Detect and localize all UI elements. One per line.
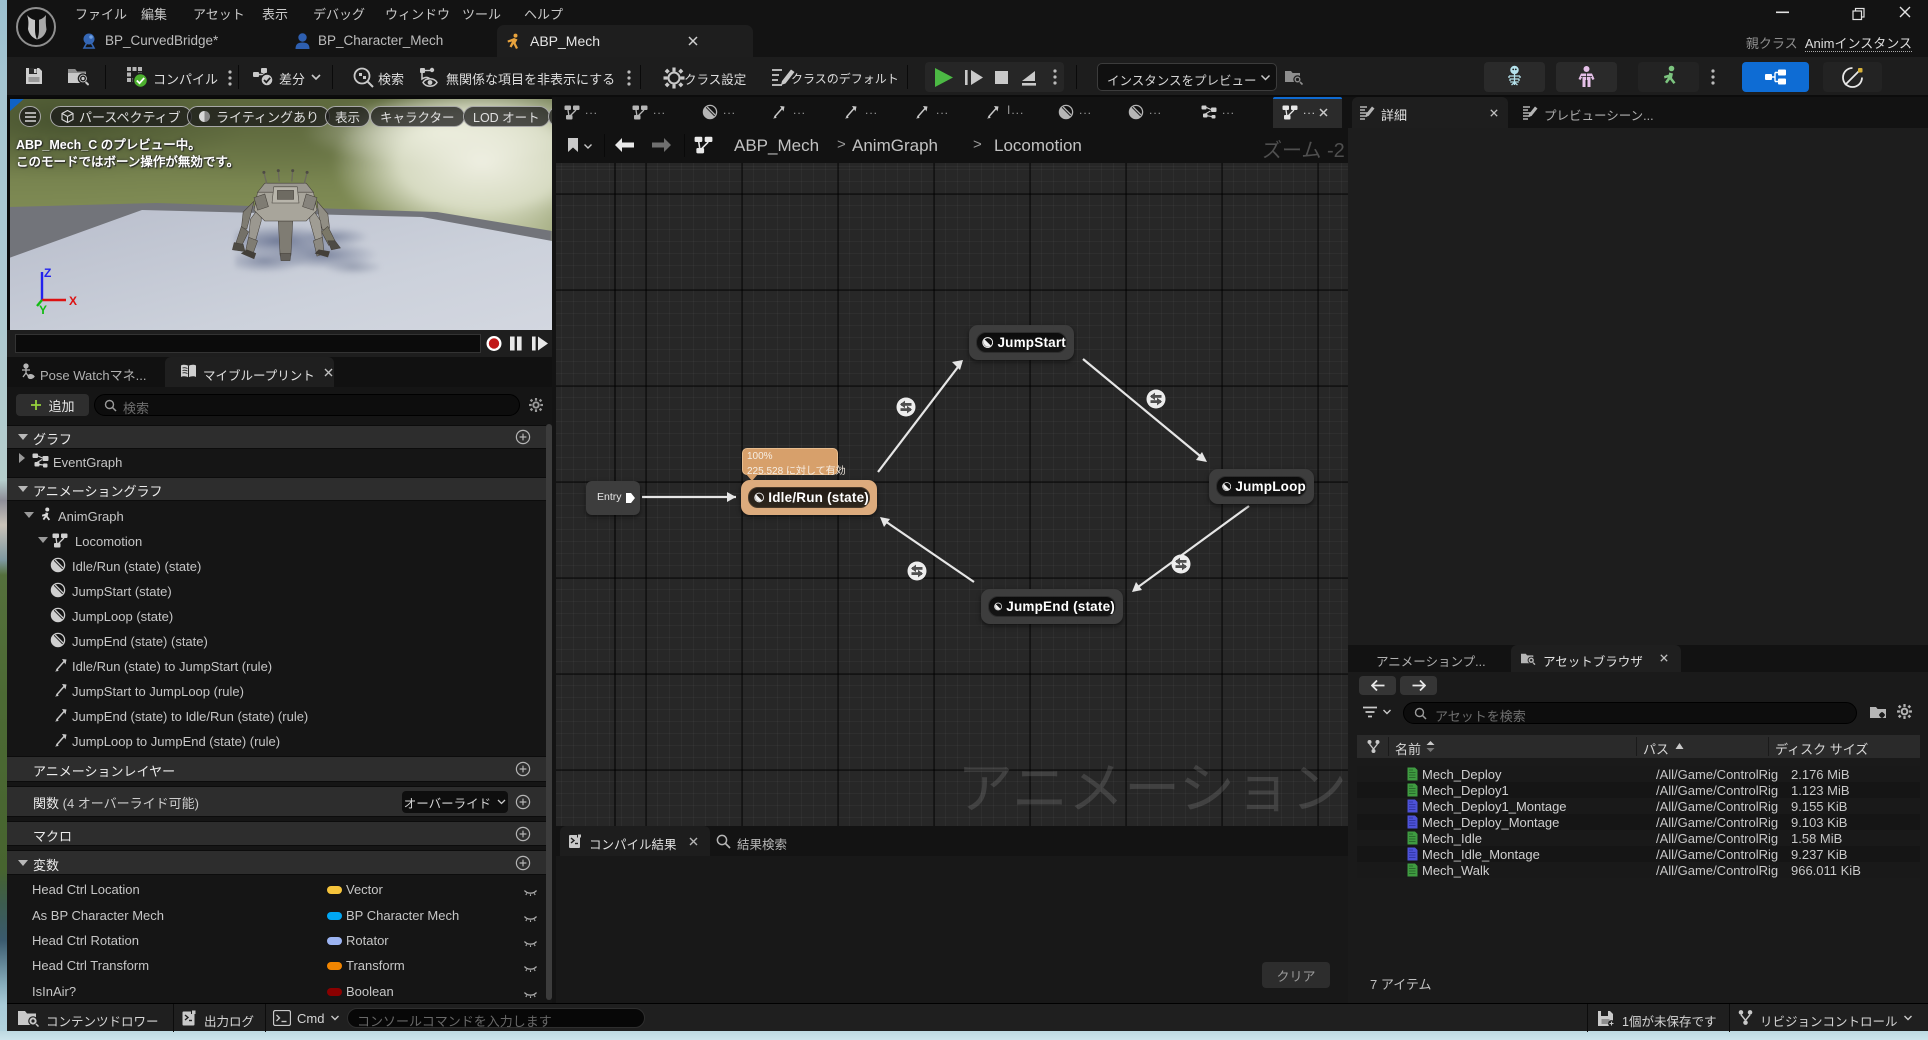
svg-text:X: X — [69, 294, 77, 308]
svg-text:Z: Z — [44, 266, 51, 280]
svg-text:Y: Y — [39, 303, 47, 315]
